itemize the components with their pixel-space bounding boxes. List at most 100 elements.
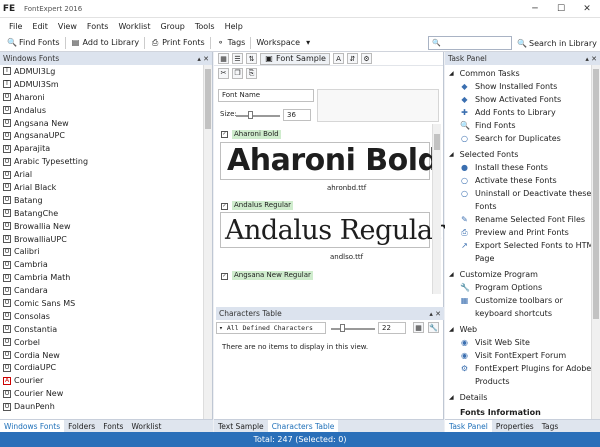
font-list-item[interactable]: O Corbel (0, 336, 204, 349)
tab-folders[interactable]: Folders (64, 422, 99, 431)
list-view-icon[interactable]: ☰ (232, 53, 243, 64)
font-list-item[interactable]: O Batang (0, 194, 204, 207)
sort-icon[interactable]: ⇅ (246, 53, 257, 64)
tab-fonts[interactable]: Fonts (99, 422, 127, 431)
close-button[interactable]: ✕ (574, 0, 600, 18)
font-list-item[interactable]: O Comic Sans MS (0, 297, 204, 310)
shuffle-icon[interactable]: ⇵ (346, 53, 358, 64)
workspace-dropdown[interactable]: Workspace ▾ (253, 35, 318, 51)
print-fonts-button[interactable]: ⎙ Print Fonts (147, 35, 208, 51)
task-link[interactable]: ✚ Add Fonts to Library (445, 106, 600, 119)
pin-icon[interactable]: ▴ ✕ (429, 310, 441, 318)
font-list-item[interactable]: O BatangChe (0, 207, 204, 220)
menu-worklist[interactable]: Worklist (113, 22, 155, 31)
font-list-item[interactable]: O Candara (0, 284, 204, 297)
grid-view-icon[interactable]: ▦ (218, 53, 229, 64)
size-input[interactable]: 36 (283, 109, 311, 121)
tab-characters-table[interactable]: Characters Table (267, 419, 339, 433)
task-link[interactable]: 🔧 Program Options (445, 281, 600, 294)
font-list-item[interactable]: O DaunPenh (0, 400, 204, 413)
task-link[interactable]: ○ Activate these Fonts (445, 174, 600, 187)
font-sample-button[interactable]: ▣ Font Sample (260, 52, 330, 65)
menu-tools[interactable]: Tools (190, 22, 220, 31)
font-list-item[interactable]: T ADMUI3Lg (0, 65, 204, 78)
tab-properties[interactable]: Properties (492, 422, 538, 431)
sample-checkbox[interactable]: ✓ (221, 203, 228, 210)
tab-worklist[interactable]: Worklist (127, 422, 165, 431)
tab-tags[interactable]: Tags (538, 422, 563, 431)
options-icon[interactable]: ⚙ (360, 53, 372, 64)
font-list-item[interactable]: O Browallia New (0, 220, 204, 233)
font-list-item[interactable]: O BrowalliaUPC (0, 233, 204, 246)
task-link[interactable]: ⎙ Preview and Print Fonts (445, 226, 600, 239)
text-style-icon[interactable]: A (332, 53, 344, 64)
font-list-item[interactable]: A Courier (0, 374, 204, 387)
maximize-button[interactable]: ☐ (548, 0, 574, 18)
font-list-item[interactable]: O Aparajita (0, 142, 204, 155)
tags-button[interactable]: ⚬ Tags (213, 35, 249, 51)
pin-icon[interactable]: ▴ ✕ (197, 55, 209, 63)
tab-task-panel[interactable]: Task Panel (445, 419, 492, 433)
minimize-button[interactable]: ─ (522, 0, 548, 18)
find-fonts-button[interactable]: 🔍 Find Fonts (4, 35, 63, 51)
task-link[interactable]: 🔍 Find Fonts (445, 119, 600, 132)
font-list-item[interactable]: O Courier New (0, 387, 204, 400)
paste-icon[interactable]: ⎘ (246, 67, 257, 79)
task-link[interactable]: ◆ Show Installed Fonts (445, 80, 600, 93)
font-name-field[interactable]: Font Name (218, 89, 314, 102)
task-link[interactable]: ✎ Rename Selected Font Files (445, 213, 600, 226)
pin-icon[interactable]: ▴ ✕ (585, 55, 597, 63)
font-list-item[interactable]: O CordiaUPC (0, 361, 204, 374)
font-list-item[interactable]: O Consolas (0, 310, 204, 323)
task-section-header[interactable]: ◢ Details (445, 391, 600, 404)
task-link[interactable]: ● Install these Fonts (445, 161, 600, 174)
menu-view[interactable]: View (53, 22, 82, 31)
font-list-item[interactable]: O Cordia New (0, 349, 204, 362)
scrollbar-thumb[interactable] (434, 134, 440, 150)
search-in-library-button[interactable]: 🔍 Search in Library (514, 35, 600, 51)
font-list-item[interactable]: O Andalus (0, 104, 204, 117)
char-size-input[interactable]: 22 (378, 322, 406, 334)
char-size-slider-knob[interactable] (340, 324, 345, 332)
menu-file[interactable]: File (4, 22, 27, 31)
font-list-item[interactable]: O Arabic Typesetting (0, 155, 204, 168)
task-link[interactable]: ◉ Visit Web Site (445, 336, 600, 349)
font-list-item[interactable]: O Arial Black (0, 181, 204, 194)
copy-icon[interactable]: ❐ (232, 67, 243, 79)
tab-windows-fonts[interactable]: Windows Fonts (0, 419, 65, 433)
add-to-library-button[interactable]: ▤ Add to Library (68, 35, 143, 51)
preview-scrollbar[interactable] (432, 124, 441, 294)
font-list-item[interactable]: O Cambria (0, 258, 204, 271)
menu-help[interactable]: Help (220, 22, 248, 31)
task-panel-scrollbar[interactable] (591, 65, 600, 419)
task-section-header[interactable]: ◢ Customize Program (445, 268, 600, 281)
task-link[interactable]: ◉ Visit FontExpert Forum (445, 349, 600, 362)
size-slider-knob[interactable] (248, 111, 253, 119)
sample-checkbox[interactable]: ✓ (221, 273, 228, 280)
font-list-item[interactable]: O Constantia (0, 323, 204, 336)
task-link[interactable]: ○ Uninstall or Deactivate these Fonts (445, 187, 600, 213)
font-list-item[interactable]: O Arial (0, 168, 204, 181)
library-search-input[interactable]: 🔍 (428, 36, 512, 50)
task-section-header[interactable]: ◢ Common Tasks (445, 67, 600, 80)
task-section-header[interactable]: ◢ Web (445, 323, 600, 336)
font-list-item[interactable]: O Aharoni (0, 91, 204, 104)
size-slider[interactable] (236, 115, 280, 117)
task-link[interactable]: ◆ Show Activated Fonts (445, 93, 600, 106)
task-link[interactable]: ↗ Export Selected Fonts to HTML Page (445, 239, 600, 265)
menu-fonts[interactable]: Fonts (82, 22, 114, 31)
task-section-header[interactable]: ◢ Selected Fonts (445, 148, 600, 161)
font-list-item[interactable]: O Calibri (0, 245, 204, 258)
scrollbar-thumb[interactable] (593, 69, 599, 319)
menu-edit[interactable]: Edit (27, 22, 53, 31)
font-list-scrollbar[interactable] (203, 65, 212, 419)
tab-text-sample[interactable]: Text Sample (214, 422, 268, 431)
cut-icon[interactable]: ✂ (218, 67, 229, 79)
wrench-icon[interactable]: 🔧 (428, 322, 439, 333)
task-link[interactable]: ⚙ FontExpert Plugins for Adobe Products (445, 362, 600, 388)
scrollbar-thumb[interactable] (205, 69, 211, 129)
font-list-item[interactable]: O Angsana New (0, 117, 204, 130)
character-filter-dropdown[interactable]: ▾ All Defined Characters (216, 322, 326, 334)
char-size-slider[interactable] (331, 328, 375, 330)
table-view-icon[interactable]: ▦ (413, 322, 424, 333)
